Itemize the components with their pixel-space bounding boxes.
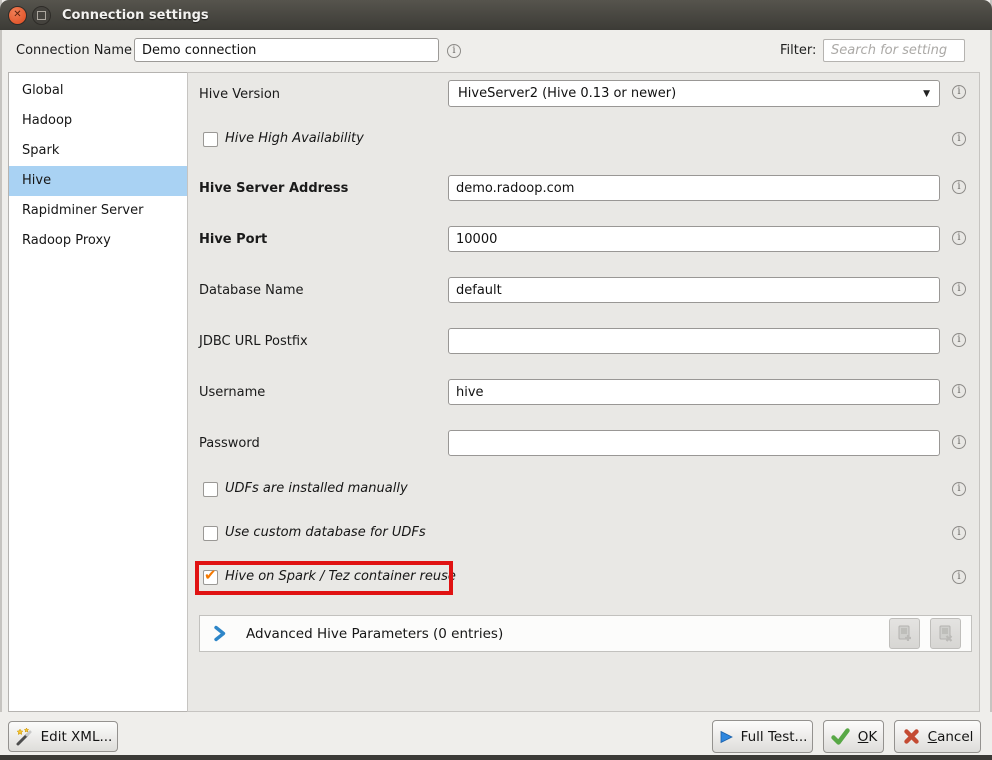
advanced-hive-parameters-section[interactable]: Advanced Hive Parameters (0 entries)	[199, 615, 972, 652]
add-parameter-button[interactable]	[889, 618, 920, 649]
sidebar-item-rapidminer-server[interactable]: Rapidminer Server	[9, 196, 187, 226]
info-glyph: i	[957, 182, 960, 192]
info-icon[interactable]: i	[952, 282, 966, 296]
sidebar-item-hadoop[interactable]: Hadoop	[9, 106, 187, 136]
full-test-label: Full Test...	[741, 729, 808, 745]
ok-button[interactable]: OK	[823, 720, 884, 753]
hive-server-address-input[interactable]	[448, 175, 940, 201]
password-input[interactable]	[448, 430, 940, 456]
info-glyph: i	[957, 386, 960, 396]
hive-high-availability-label: Hive High Availability	[225, 131, 364, 146]
info-icon[interactable]: i	[952, 333, 966, 347]
edit-xml-label: Edit XML...	[41, 729, 113, 745]
info-icon[interactable]: i	[952, 231, 966, 245]
jdbc-url-postfix-label: JDBC URL Postfix	[199, 334, 308, 349]
hive-version-dropdown[interactable]: HiveServer2 (Hive 0.13 or newer) ▼	[448, 80, 940, 107]
checkmark-icon: ✔	[204, 566, 217, 584]
dropdown-arrow-icon: ▼	[923, 89, 930, 99]
username-label: Username	[199, 385, 265, 400]
filter-label: Filter:	[780, 43, 816, 58]
cross-icon	[902, 727, 921, 746]
info-icon[interactable]: i	[952, 482, 966, 496]
close-glyph: ✕	[13, 10, 21, 20]
info-glyph: i	[957, 437, 960, 447]
connection-name-input[interactable]	[134, 38, 439, 62]
connection-settings-dialog: ✕ Connection settings Connection Name i …	[0, 0, 992, 760]
hive-version-value: HiveServer2 (Hive 0.13 or newer)	[458, 86, 923, 101]
remove-entry-icon	[936, 624, 955, 643]
advanced-hive-parameters-label: Advanced Hive Parameters (0 entries)	[246, 626, 889, 642]
footer-bar: Edit XML... Full Test... OK Cancel	[0, 712, 992, 755]
cancel-button[interactable]: Cancel	[894, 720, 981, 753]
add-entry-icon	[895, 624, 914, 643]
info-icon[interactable]: i	[952, 180, 966, 194]
info-glyph: i	[957, 233, 960, 243]
info-icon[interactable]: i	[952, 85, 966, 99]
info-icon[interactable]: i	[952, 435, 966, 449]
filter-search-input[interactable]	[823, 39, 965, 62]
connection-name-label: Connection Name	[16, 43, 132, 58]
hive-settings-panel: Hive Version HiveServer2 (Hive 0.13 or n…	[187, 72, 980, 712]
sidebar-item-hive[interactable]: Hive	[9, 166, 187, 196]
magic-wand-icon	[14, 727, 34, 747]
check-icon	[830, 727, 851, 746]
info-icon[interactable]: i	[952, 570, 966, 584]
hive-server-address-label: Hive Server Address	[199, 181, 348, 196]
hive-port-input[interactable]	[448, 226, 940, 252]
cancel-label: Cancel	[928, 729, 974, 745]
info-glyph: i	[452, 46, 455, 56]
udfs-installed-manually-checkbox[interactable]	[203, 482, 218, 497]
window-bottom-edge	[0, 755, 992, 760]
maximize-icon[interactable]	[32, 6, 51, 25]
udfs-installed-manually-label: UDFs are installed manually	[225, 481, 408, 496]
info-icon[interactable]: i	[952, 132, 966, 146]
hive-port-label: Hive Port	[199, 232, 267, 247]
close-icon[interactable]: ✕	[8, 6, 27, 25]
jdbc-url-postfix-input[interactable]	[448, 328, 940, 354]
info-glyph: i	[957, 284, 960, 294]
sidebar-item-spark[interactable]: Spark	[9, 136, 187, 166]
password-label: Password	[199, 436, 260, 451]
hive-version-label: Hive Version	[199, 87, 280, 102]
window-title: Connection settings	[62, 8, 209, 23]
info-glyph: i	[957, 335, 960, 345]
use-custom-database-checkbox[interactable]	[203, 526, 218, 541]
hive-on-spark-tez-checkbox[interactable]: ✔	[203, 570, 218, 585]
database-name-input[interactable]	[448, 277, 940, 303]
full-test-button[interactable]: Full Test...	[712, 720, 813, 753]
ok-label: OK	[858, 729, 878, 745]
username-input[interactable]	[448, 379, 940, 405]
remove-parameter-button[interactable]	[930, 618, 961, 649]
edit-xml-button[interactable]: Edit XML...	[8, 721, 118, 752]
info-glyph: i	[957, 134, 960, 144]
sidebar-item-radoop-proxy[interactable]: Radoop Proxy	[9, 226, 187, 256]
settings-category-sidebar: Global Hadoop Spark Hive Rapidminer Serv…	[8, 72, 188, 712]
info-icon[interactable]: i	[447, 44, 461, 58]
sidebar-item-global[interactable]: Global	[9, 76, 187, 106]
info-glyph: i	[957, 87, 960, 97]
play-icon	[718, 729, 734, 745]
info-icon[interactable]: i	[952, 526, 966, 540]
info-glyph: i	[957, 528, 960, 538]
hive-on-spark-tez-label: Hive on Spark / Tez container reuse	[225, 569, 456, 584]
chevron-right-icon	[213, 625, 227, 642]
info-glyph: i	[957, 572, 960, 582]
info-icon[interactable]: i	[952, 384, 966, 398]
maximize-glyph	[37, 11, 46, 20]
use-custom-database-label: Use custom database for UDFs	[225, 525, 426, 540]
database-name-label: Database Name	[199, 283, 304, 298]
hive-high-availability-checkbox[interactable]	[203, 132, 218, 147]
info-glyph: i	[957, 484, 960, 494]
titlebar: ✕ Connection settings	[0, 0, 992, 30]
